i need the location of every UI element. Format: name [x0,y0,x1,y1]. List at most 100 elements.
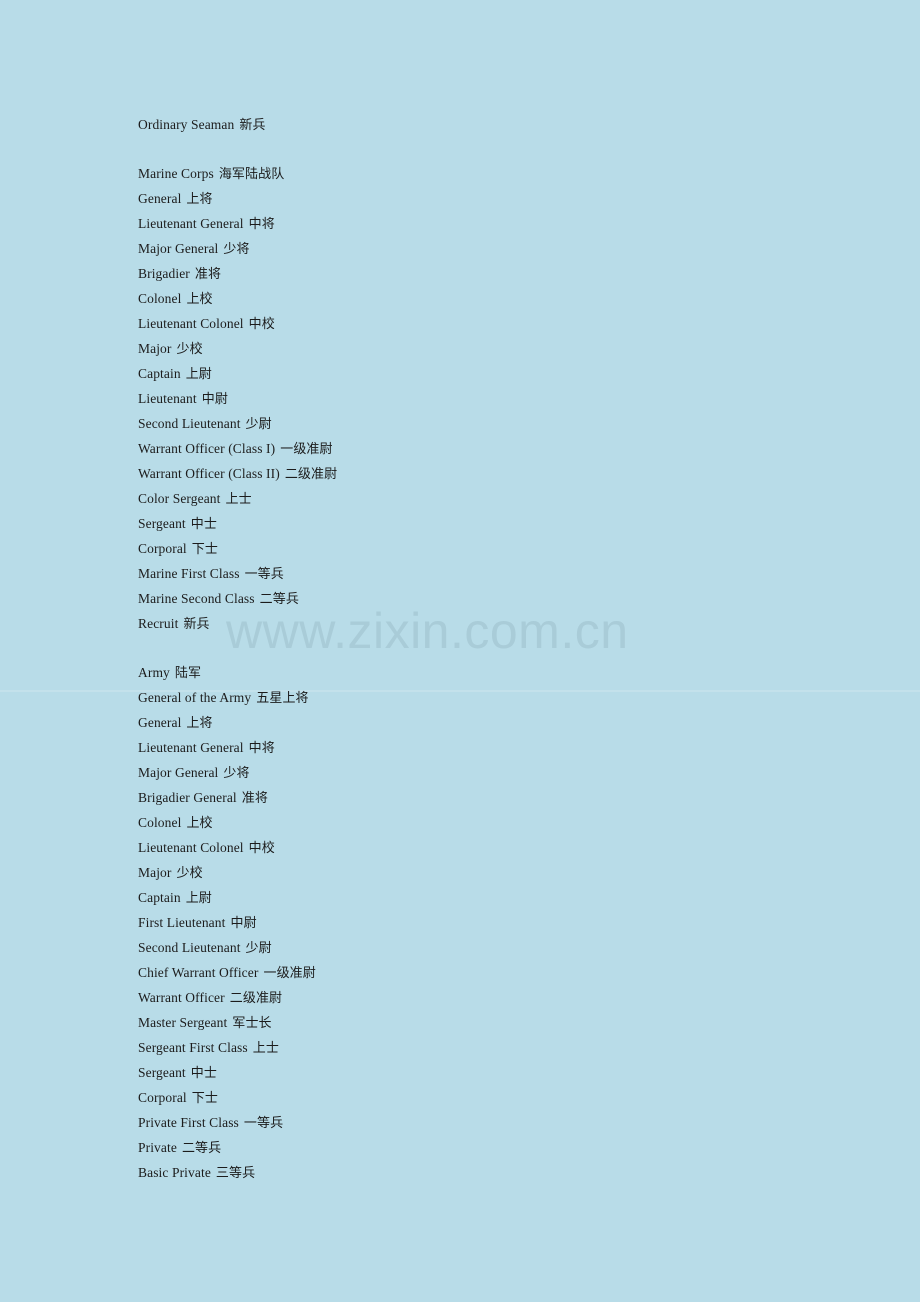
rank-name-en: Lieutenant Colonel [138,840,244,855]
rank-line: Sergeant 中士 [138,512,878,537]
rank-name-zh: 上将 [186,716,213,731]
rank-block-marine-corps: Marine Corps 海军陆战队 General 上将 Lieutenant Gen… [138,162,878,637]
rank-line: Chief Warrant Officer 一级准尉 [138,961,878,986]
rank-name-zh: 少尉 [245,417,272,432]
rank-name-en: Private [138,1140,177,1155]
rank-line: Master Sergeant 军士长 [138,1011,878,1036]
rank-name-en: General of the Army [138,690,252,705]
rank-name-en: Basic Private [138,1165,211,1180]
rank-name-zh: 少将 [223,242,250,257]
rank-name-zh: 上校 [186,292,213,307]
rank-name-en: Sergeant [138,516,186,531]
rank-name-en: Lieutenant General [138,216,244,231]
rank-name-en: Private First Class [138,1115,239,1130]
rank-name-zh: 陆军 [174,666,202,681]
rank-line: Warrant Officer (Class II) 二级准尉 [138,462,878,487]
rank-line: Lieutenant Colonel 中校 [138,836,878,861]
rank-name-en: Marine Corps [138,166,214,181]
document-page: www.zixin.com.cn Ordinary Seaman 新兵 Marine… [0,0,920,1302]
rank-name-zh: 少将 [223,766,250,781]
rank-line: Brigadier 准将 [138,262,878,287]
rank-name-en: Sergeant [138,1065,186,1080]
rank-name-zh: 少校 [176,866,203,881]
rank-name-zh: 下士 [191,542,218,557]
rank-line: First Lieutenant 中尉 [138,911,878,936]
rank-name-zh: 准将 [241,791,268,806]
rank-name-en: Major General [138,765,219,780]
rank-line: Corporal 下士 [138,1086,878,1111]
rank-name-en: Ordinary Seaman [138,117,235,132]
rank-name-zh: 少校 [176,342,203,357]
rank-line: Sergeant 中士 [138,1061,878,1086]
rank-name-en: Brigadier [138,266,190,281]
rank-line: Major 少校 [138,337,878,362]
rank-line: Colonel 上校 [138,811,878,836]
rank-name-zh: 上士 [252,1041,279,1056]
rank-line: Captain 上尉 [138,362,878,387]
rank-name-zh: 一等兵 [244,567,284,582]
rank-name-zh: 三等兵 [215,1166,256,1181]
rank-name-en: Lieutenant [138,391,197,406]
rank-line: Second Lieutenant 少尉 [138,936,878,961]
rank-line: Sergeant First Class 上士 [138,1036,878,1061]
rank-block-army: Army 陆军 General of the Army 五星上将 General 上将 Li… [138,661,878,1186]
rank-line: Warrant Officer (Class I) 一级准尉 [138,437,878,462]
rank-name-en: Major [138,865,172,880]
rank-name-en: Chief Warrant Officer [138,965,259,980]
rank-line: Warrant Officer 二级准尉 [138,986,878,1011]
rank-name-zh: 二等兵 [181,1141,222,1156]
rank-name-zh: 一级准尉 [280,442,333,457]
rank-line: General 上将 [138,187,878,212]
rank-line: Color Sergeant 上士 [138,487,878,512]
rank-name-zh: 准将 [194,267,222,282]
rank-line: General of the Army 五星上将 [138,686,878,711]
rank-name-en: First Lieutenant [138,915,226,930]
rank-name-en: General [138,191,182,206]
rank-name-zh: 一级准尉 [263,966,316,981]
rank-name-zh: 中校 [248,317,275,332]
rank-line: Corporal 下士 [138,537,878,562]
rank-name-zh: 中尉 [230,916,257,931]
rank-name-zh: 五星上将 [256,691,309,706]
rank-name-en: Captain [138,366,181,381]
rank-line: Captain 上尉 [138,886,878,911]
rank-line: Lieutenant 中尉 [138,387,878,412]
rank-name-zh: 中将 [248,217,275,232]
rank-name-zh: 上校 [186,816,213,831]
rank-line: Marine First Class 一等兵 [138,562,878,587]
rank-line: Private 二等兵 [138,1136,878,1161]
rank-name-zh: 海军陆战队 [218,167,285,182]
rank-name-en: Marine First Class [138,566,240,581]
rank-name-en: Brigadier General [138,790,237,805]
rank-name-zh: 中士 [190,517,217,532]
rank-name-zh: 上将 [186,192,213,207]
rank-line: Second Lieutenant 少尉 [138,412,878,437]
rank-name-en: General [138,715,182,730]
rank-line: Lieutenant General 中将 [138,212,878,237]
rank-name-en: Warrant Officer (Class II) [138,466,280,481]
rank-name-zh: 中尉 [201,392,228,407]
rank-name-en: Recruit [138,616,179,631]
rank-name-zh: 新兵 [183,617,210,632]
rank-line: Private First Class 一等兵 [138,1111,878,1136]
rank-name-en: Captain [138,890,181,905]
rank-name-zh: 下士 [191,1091,218,1106]
rank-name-en: Master Sergeant [138,1015,228,1030]
rank-name-zh: 中校 [248,841,275,856]
rank-line: Major General 少将 [138,761,878,786]
rank-line: General 上将 [138,711,878,736]
rank-name-zh: 二级准尉 [284,467,338,482]
rank-name-en: Major General [138,241,219,256]
rank-line: Major 少校 [138,861,878,886]
rank-name-en: Army [138,665,170,680]
rank-name-en: Corporal [138,541,187,556]
rank-line: Major General 少将 [138,237,878,262]
rank-name-en: Major [138,341,172,356]
rank-name-zh: 二级准尉 [229,991,283,1006]
document-content: Ordinary Seaman 新兵 Marine Corps 海军陆战队 Genera… [138,113,878,1186]
rank-line: Basic Private 三等兵 [138,1161,878,1186]
rank-name-en: Lieutenant Colonel [138,316,244,331]
rank-block-navy-tail: Ordinary Seaman 新兵 [138,113,878,138]
rank-name-en: Second Lieutenant [138,940,241,955]
rank-line: Recruit 新兵 [138,612,878,637]
